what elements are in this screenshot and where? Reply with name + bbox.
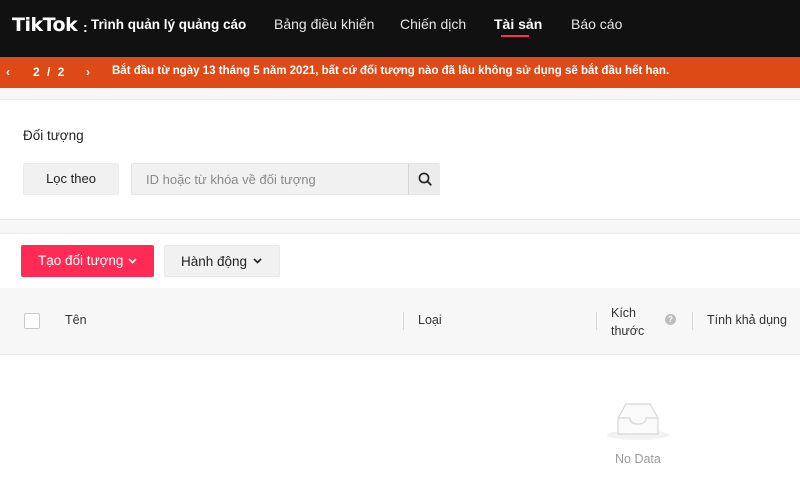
actions-button[interactable]: Hành động (164, 245, 280, 277)
chevron-down-icon (128, 258, 137, 264)
column-header-name[interactable]: Tên (65, 313, 87, 327)
filter-by-button[interactable]: Lọc theo (23, 163, 119, 195)
banner-page-indicator: 2 / 2 (33, 65, 67, 79)
nav-item-campaigns[interactable]: Chiến dịch (400, 16, 466, 32)
logo-separator: : (83, 19, 88, 35)
actions-label: Hành động (181, 254, 248, 269)
section-divider (0, 219, 800, 234)
create-audience-label: Tạo đối tượng (38, 253, 124, 268)
active-nav-indicator (501, 35, 529, 37)
top-navigation-bar: TikTok : Trình quản lý quảng cáo Bảng đi… (0, 0, 800, 57)
column-header-type[interactable]: Loại (418, 313, 442, 327)
create-audience-button[interactable]: Tạo đối tượng (21, 245, 154, 277)
select-all-checkbox[interactable] (24, 313, 40, 329)
nav-item-assets[interactable]: Tài sản (494, 16, 542, 32)
help-icon[interactable]: ? (665, 314, 676, 325)
table-header: Tên Loại Kích thước ? Tính khả dụng (0, 288, 800, 355)
empty-state-text: No Data (615, 452, 661, 466)
nav-item-dashboard[interactable]: Bảng điều khiển (274, 16, 374, 32)
section-divider (0, 88, 800, 100)
column-divider (692, 312, 693, 330)
section-title: Đối tượng (23, 128, 84, 143)
search-box (131, 163, 440, 195)
app-subtitle: Trình quản lý quảng cáo (91, 17, 247, 32)
column-divider (403, 312, 404, 330)
column-divider (596, 312, 597, 330)
chevron-down-icon (253, 258, 262, 264)
search-icon (418, 172, 432, 186)
tiktok-logo[interactable]: TikTok (12, 14, 78, 36)
nav-item-reports[interactable]: Báo cáo (571, 16, 622, 32)
column-header-availability[interactable]: Tính khả dụng (707, 313, 787, 327)
banner-prev-icon[interactable]: ‹ (6, 65, 10, 79)
banner-next-icon[interactable]: › (86, 65, 90, 79)
announcement-banner: ‹ 2 / 2 › Bắt đầu từ ngày 13 tháng 5 năm… (0, 57, 800, 88)
search-input[interactable] (132, 164, 408, 194)
column-header-size[interactable]: Kích thước (611, 304, 644, 340)
search-button[interactable] (408, 164, 440, 194)
inbox-icon (607, 403, 669, 440)
banner-message: Bắt đầu từ ngày 13 tháng 5 năm 2021, bất… (112, 65, 670, 77)
